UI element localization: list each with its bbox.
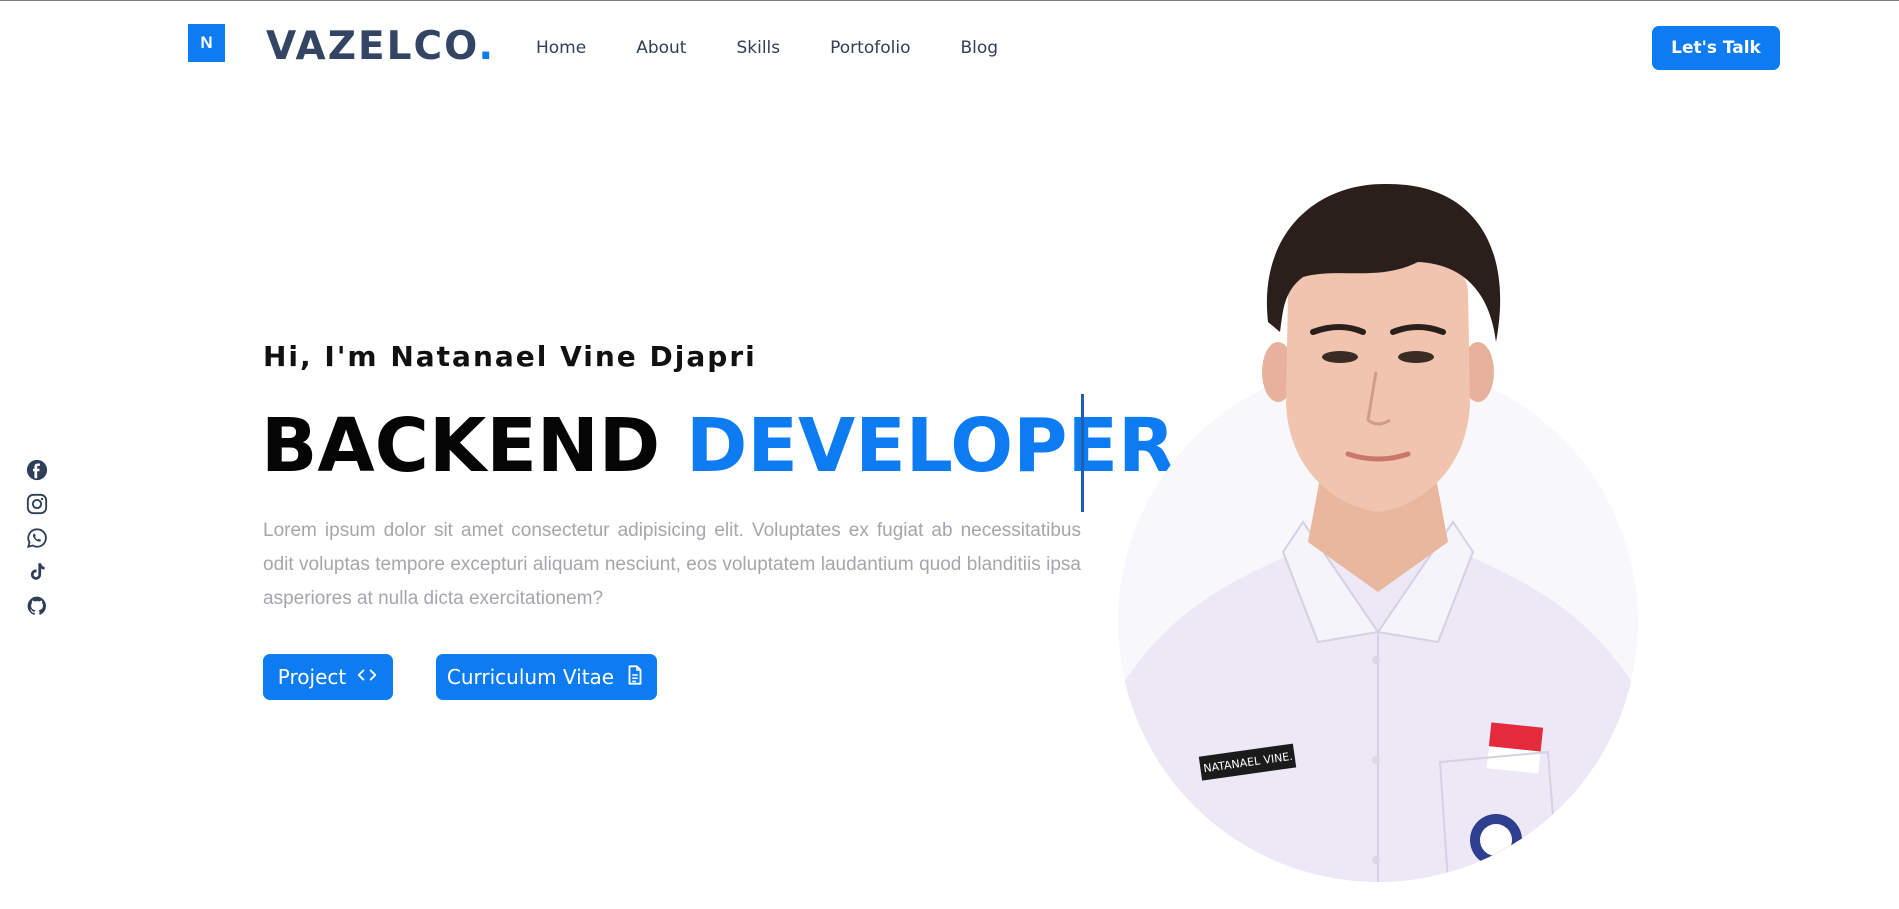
logo-icon[interactable]: N	[188, 24, 225, 62]
code-icon	[356, 664, 378, 691]
nav-portofolio[interactable]: Portofolio	[830, 36, 910, 60]
nav-home[interactable]: Home	[536, 36, 586, 60]
curriculum-vitae-button[interactable]: Curriculum Vitae	[436, 654, 657, 700]
top-border	[0, 0, 1899, 1]
portrait-illustration: NATANAEL VINE.	[1118, 183, 1638, 882]
social-links	[26, 458, 48, 618]
nav-about[interactable]: About	[636, 36, 686, 60]
hero-headline: BACKEND DEVELOPER	[261, 398, 1175, 494]
logo-mark: N	[200, 33, 213, 52]
nav-blog[interactable]: Blog	[960, 36, 998, 60]
headline-accent: DEVELOPER	[686, 403, 1175, 489]
instagram-icon[interactable]	[26, 492, 48, 516]
whatsapp-icon[interactable]	[26, 526, 48, 550]
headline-primary: BACKEND	[261, 403, 686, 489]
hero-greeting: Hi, I'm Natanael Vine Djapri	[263, 340, 757, 373]
typing-caret	[1081, 394, 1084, 512]
tiktok-icon[interactable]	[26, 560, 48, 584]
document-icon	[624, 664, 646, 691]
main-nav: Home About Skills Portofolio Blog	[536, 36, 1048, 60]
cv-button-label: Curriculum Vitae	[446, 665, 615, 689]
project-button-label: Project	[277, 665, 347, 689]
brand-text: VAZELCO	[266, 24, 479, 69]
hero-description: Lorem ipsum dolor sit amet consectetur a…	[263, 520, 1081, 609]
github-icon[interactable]	[26, 594, 48, 618]
profile-photo: NATANAEL VINE.	[1118, 172, 1638, 882]
project-button[interactable]: Project	[263, 654, 393, 700]
brand-dot: .	[478, 24, 496, 69]
facebook-icon[interactable]	[26, 458, 48, 482]
lets-talk-button[interactable]: Let's Talk	[1652, 26, 1780, 70]
nav-skills[interactable]: Skills	[736, 36, 780, 60]
brand-name[interactable]: VAZELCO.	[266, 22, 495, 72]
